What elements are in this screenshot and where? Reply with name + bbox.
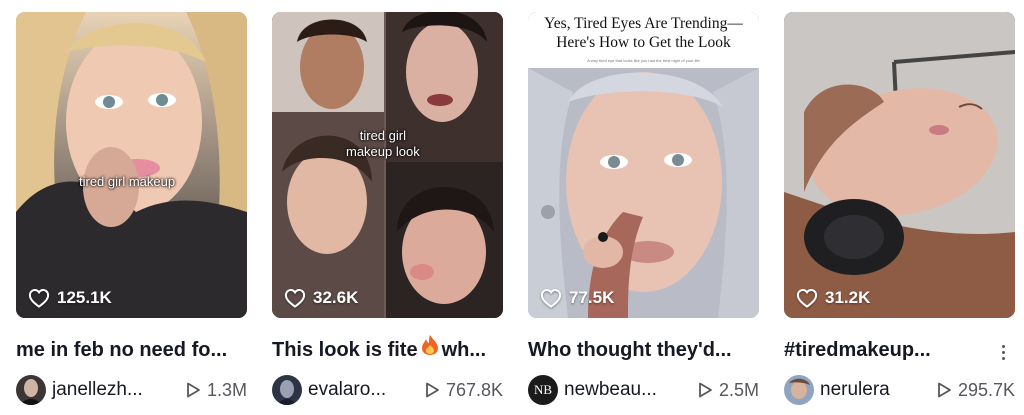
video-grid: tired girl makeup 125.1K me in feb no ne… xyxy=(16,12,1015,406)
like-count: 31.2K xyxy=(796,288,870,308)
video-caption[interactable]: me in feb no need fo... xyxy=(16,334,247,366)
avatar[interactable]: NB xyxy=(528,375,558,405)
video-overlay-text: tired girl makeup look xyxy=(346,128,420,159)
video-caption[interactable]: #tiredmakeup... xyxy=(784,334,1015,366)
video-thumbnail[interactable]: Yes, Tired Eyes Are Trending— Here's How… xyxy=(528,12,759,318)
view-count-value: 1.3M xyxy=(206,379,247,400)
caption-text: This look is fite xyxy=(272,339,418,361)
video-meta: evalaro... 767.8K xyxy=(272,374,503,406)
video-meta: NB newbeau... 2.5M xyxy=(528,374,759,406)
heart-outline-icon xyxy=(796,288,818,308)
video-caption[interactable]: This look is fite wh... xyxy=(272,334,503,366)
play-outline-icon xyxy=(426,382,439,398)
play-outline-icon xyxy=(187,382,200,398)
video-card[interactable]: tired girl makeup 125.1K me in feb no ne… xyxy=(16,12,247,406)
like-count-value: 32.6K xyxy=(313,288,359,307)
video-overlay-text: tired girl makeup xyxy=(79,174,176,189)
caption-text: me in feb no need fo... xyxy=(16,339,228,361)
video-meta: nerulera 295.7K xyxy=(784,374,1015,406)
video-thumbnail[interactable]: 31.2K xyxy=(784,12,1015,318)
author[interactable]: janellezh... xyxy=(16,375,143,405)
caption-text: Who thought they'd... xyxy=(528,339,732,361)
like-count: 125.1K xyxy=(28,288,112,308)
article-headline: Yes, Tired Eyes Are Trending— Here's How… xyxy=(528,12,759,58)
view-count-value: 295.7K xyxy=(957,379,1015,400)
avatar[interactable] xyxy=(16,375,46,405)
username[interactable]: janellezh... xyxy=(52,379,143,401)
play-outline-icon xyxy=(938,382,951,398)
view-count: 2.5M xyxy=(696,380,759,401)
like-count-value: 31.2K xyxy=(825,288,871,307)
heart-outline-icon xyxy=(540,288,562,308)
caption-text: #tiredmakeup... xyxy=(784,339,931,361)
video-meta: janellezh... 1.3M xyxy=(16,374,247,406)
video-thumbnail[interactable]: tired girl makeup look 32.6K xyxy=(272,12,503,318)
view-count-value: 767.8K xyxy=(445,379,503,400)
author[interactable]: evalaro... xyxy=(272,375,386,405)
view-count: 767.8K xyxy=(423,380,503,401)
video-caption[interactable]: Who thought they'd... xyxy=(528,334,759,366)
play-outline-icon xyxy=(699,382,712,398)
more-vertical-icon[interactable] xyxy=(995,342,1011,362)
like-count-value: 125.1K xyxy=(57,288,112,307)
video-card[interactable]: tired girl makeup look 32.6K This look i… xyxy=(272,12,503,406)
author[interactable]: NB newbeau... xyxy=(528,375,657,405)
caption-text-suffix: wh... xyxy=(441,339,487,361)
article-subhead: A way tired eye that looks like you had … xyxy=(528,58,759,68)
username[interactable]: nerulera xyxy=(820,379,890,401)
like-count: 32.6K xyxy=(284,288,358,308)
video-card[interactable]: Yes, Tired Eyes Are Trending— Here's How… xyxy=(528,12,759,406)
view-count: 295.7K xyxy=(935,380,1015,401)
author[interactable]: nerulera xyxy=(784,375,890,405)
heart-outline-icon xyxy=(28,288,50,308)
heart-outline-icon xyxy=(284,288,306,308)
username[interactable]: newbeau... xyxy=(564,379,657,401)
username[interactable]: evalaro... xyxy=(308,379,386,401)
avatar[interactable] xyxy=(784,375,814,405)
video-thumbnail[interactable]: tired girl makeup 125.1K xyxy=(16,12,247,318)
fire-emoji-icon xyxy=(421,334,439,366)
view-count: 1.3M xyxy=(184,380,247,401)
avatar-logo: NB xyxy=(533,382,553,397)
video-card[interactable]: 31.2K #tiredmakeup... nerulera 295.7K xyxy=(784,12,1015,406)
like-count-value: 77.5K xyxy=(569,288,615,307)
avatar[interactable] xyxy=(272,375,302,405)
view-count-value: 2.5M xyxy=(718,379,759,400)
like-count: 77.5K xyxy=(540,288,614,308)
